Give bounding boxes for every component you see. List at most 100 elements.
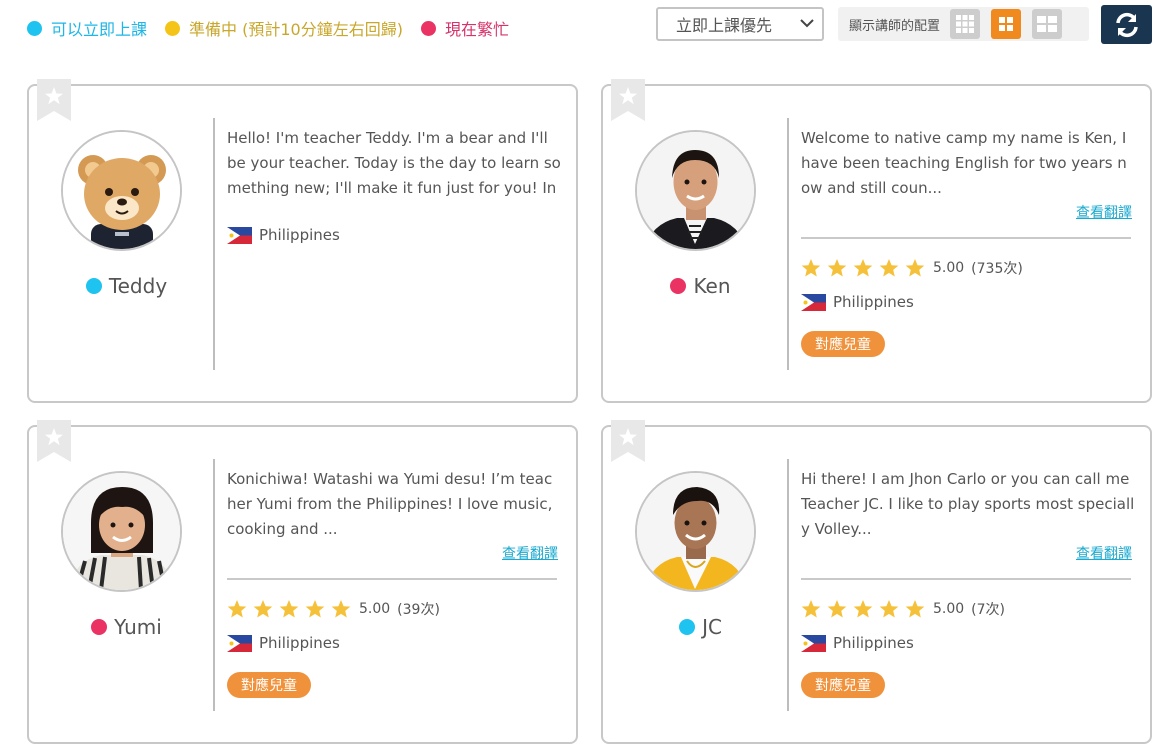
legend-available: 可以立即上課 <box>27 16 147 40</box>
teacher-name[interactable]: Teddy <box>49 274 204 298</box>
layout-2col-button[interactable] <box>991 9 1022 39</box>
country: Philippines <box>227 226 340 244</box>
favorite-bookmark-icon[interactable] <box>37 420 71 462</box>
horizontal-divider <box>801 237 1131 239</box>
avatar[interactable] <box>635 130 756 251</box>
teacher-name-label: JC <box>702 615 722 639</box>
kids-support-badge: 對應兒童 <box>801 672 885 698</box>
status-busy-icon <box>91 619 108 635</box>
teacher-card[interactable]: JC Hi there! I am Jhon Carlo or you can … <box>601 420 1152 744</box>
country-label: Philippines <box>833 634 914 652</box>
teacher-name[interactable]: JC <box>623 615 778 639</box>
busy-dot-icon <box>420 20 436 36</box>
star-icon <box>905 600 925 618</box>
teacher-card[interactable]: Ken Welcome to native camp my name is Ke… <box>601 79 1152 403</box>
star-icon <box>331 600 351 618</box>
rating: 5.00 (39次) <box>227 599 440 619</box>
star-icon <box>827 600 847 618</box>
avatar[interactable] <box>61 471 182 592</box>
teacher-name-label: Ken <box>693 274 731 298</box>
favorite-bookmark-icon[interactable] <box>37 79 71 121</box>
grid-3x3-icon <box>956 15 975 33</box>
legend-available-label: 可以立即上課 <box>51 20 148 39</box>
philippines-flag-icon <box>801 634 826 652</box>
country-label: Philippines <box>833 293 914 311</box>
horizontal-divider <box>801 578 1131 580</box>
layout-label: 顯示講師的配置 <box>849 18 941 34</box>
teacher-name[interactable]: Ken <box>623 274 778 298</box>
layout-3col-button[interactable] <box>950 9 981 39</box>
vertical-divider <box>213 459 215 711</box>
horizontal-divider <box>227 578 557 580</box>
rating-score: 5.00 <box>933 260 965 276</box>
grid-2x2-icon <box>999 17 1014 31</box>
avatar[interactable] <box>61 130 182 251</box>
vertical-divider <box>787 118 789 370</box>
legend-busy-label: 現在繁忙 <box>444 20 509 39</box>
country: Philippines <box>801 634 914 652</box>
rating: 5.00 (7次) <box>801 599 1005 619</box>
star-icon <box>879 259 899 277</box>
star-icon <box>801 259 821 277</box>
teacher-card[interactable]: Yumi Konichiwa! Watashi wa Yumi desu! I’… <box>27 420 578 744</box>
rating-score: 5.00 <box>359 601 391 617</box>
avatar[interactable] <box>635 471 756 592</box>
philippines-flag-icon <box>227 226 252 244</box>
lesson-count: (7次) <box>971 602 1006 618</box>
layout-options: 顯示講師的配置 <box>838 7 1089 41</box>
sort-select[interactable]: 立即上課優先 <box>656 7 824 41</box>
grid-2x2-large-icon <box>1037 16 1058 32</box>
country: Philippines <box>227 634 340 652</box>
teacher-name-label: Teddy <box>108 274 168 298</box>
star-icon <box>853 600 873 618</box>
status-legend: 可以立即上課 準備中 (預計10分鐘左右回歸) 現在繁忙 <box>27 16 527 40</box>
star-icon <box>879 600 899 618</box>
vertical-divider <box>787 459 789 711</box>
lesson-count: (39次) <box>397 602 440 618</box>
rating-score: 5.00 <box>933 601 965 617</box>
view-translation-link[interactable]: 查看翻譯 <box>502 543 558 563</box>
teacher-intro: Hello! I'm teacher Teddy. I'm a bear and… <box>227 129 561 197</box>
teacher-name-label: Yumi <box>114 615 162 639</box>
status-available-icon <box>679 619 696 635</box>
star-icon <box>279 600 299 618</box>
teacher-intro: Welcome to native camp my name is Ken, I… <box>801 129 1127 197</box>
star-icon <box>305 600 325 618</box>
star-icon <box>801 600 821 618</box>
teacher-name[interactable]: Yumi <box>49 615 204 639</box>
country: Philippines <box>801 293 914 311</box>
teacher-intro: Konichiwa! Watashi wa Yumi desu! I’m tea… <box>227 470 553 538</box>
philippines-flag-icon <box>227 634 252 652</box>
favorite-bookmark-icon[interactable] <box>611 420 645 462</box>
lesson-count: (735次) <box>971 261 1023 277</box>
legend-preparing: 準備中 (預計10分鐘左右回歸) <box>165 16 403 40</box>
star-icon <box>853 259 873 277</box>
sort-select-value: 立即上課優先 <box>676 16 773 35</box>
teacher-card[interactable]: Teddy Hello! I'm teacher Teddy. I'm a be… <box>27 79 578 403</box>
status-busy-icon <box>670 278 687 294</box>
refresh-button[interactable] <box>1101 5 1152 44</box>
star-icon <box>905 259 925 277</box>
kids-support-badge: 對應兒童 <box>801 331 885 357</box>
country-label: Philippines <box>259 634 340 652</box>
country-label: Philippines <box>259 226 340 244</box>
star-icon <box>827 259 847 277</box>
preparing-dot-icon <box>165 20 181 36</box>
legend-preparing-label: 準備中 (預計10分鐘左右回歸) <box>189 20 403 39</box>
legend-busy: 現在繁忙 <box>420 16 509 40</box>
favorite-bookmark-icon[interactable] <box>611 79 645 121</box>
philippines-flag-icon <box>801 293 826 311</box>
view-translation-link[interactable]: 查看翻譯 <box>1076 202 1132 222</box>
available-dot-icon <box>27 20 42 36</box>
refresh-icon <box>1115 12 1138 37</box>
teacher-intro: Hi there! I am Jhon Carlo or you can cal… <box>801 470 1135 538</box>
star-icon <box>227 600 247 618</box>
star-icon <box>253 600 273 618</box>
chevron-down-icon <box>800 17 814 32</box>
view-translation-link[interactable]: 查看翻譯 <box>1076 543 1132 563</box>
vertical-divider <box>213 118 215 370</box>
kids-support-badge: 對應兒童 <box>227 672 311 698</box>
rating: 5.00 (735次) <box>801 258 1023 278</box>
status-available-icon <box>85 278 102 294</box>
layout-list-button[interactable] <box>1032 9 1063 39</box>
